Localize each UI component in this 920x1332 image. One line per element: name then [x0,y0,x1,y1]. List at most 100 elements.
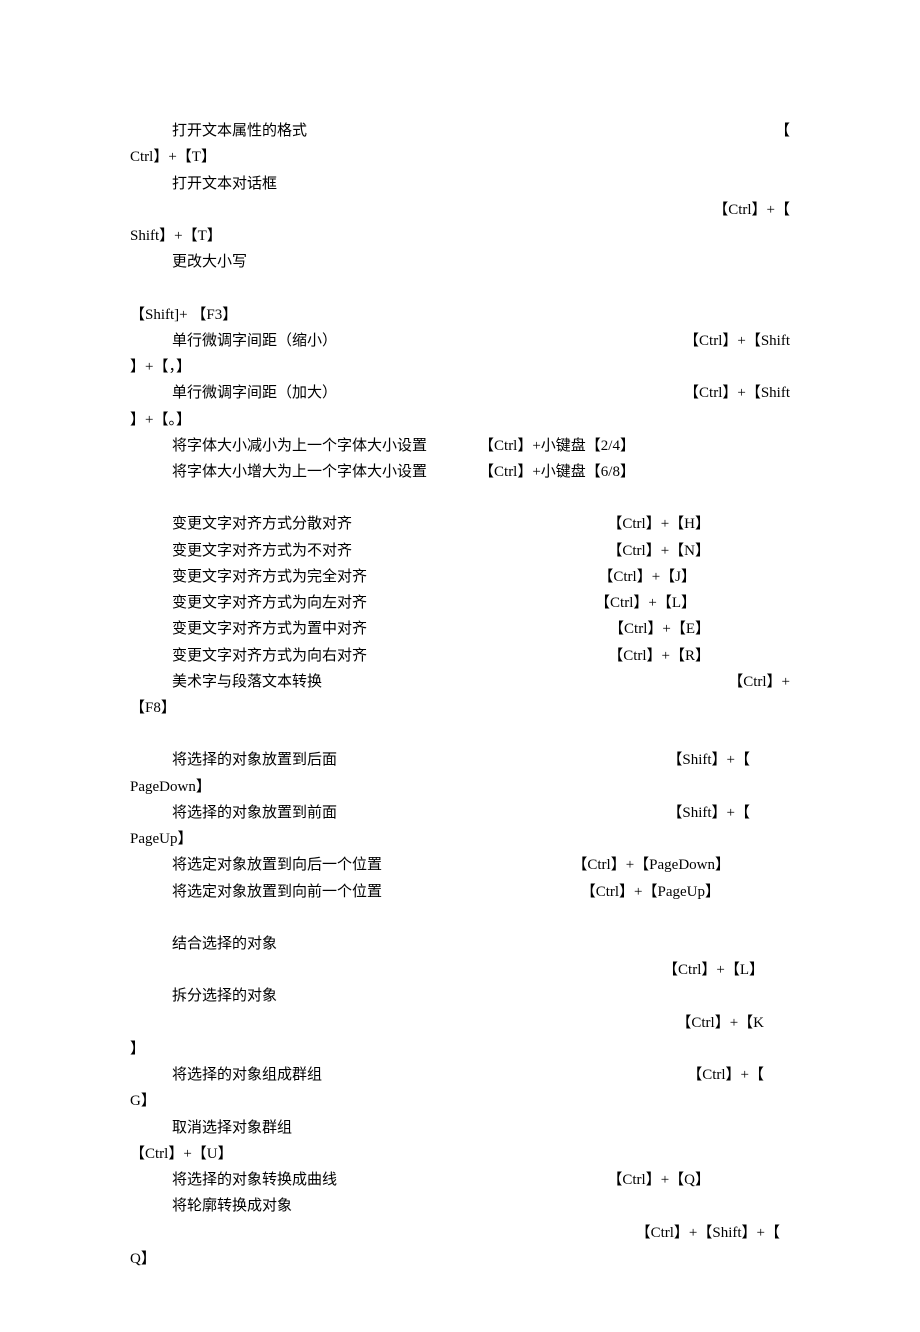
text-span: 结合选择的对象 [172,936,277,952]
right-only-row: 【Ctrl】+【L】 [130,957,790,983]
description-text: 变更文字对齐方式分散对齐 [130,511,352,537]
text-span: 拆分选择的对象 [172,988,277,1004]
description-text: 变更文字对齐方式为向右对齐 [130,643,367,669]
text-span: 】 [130,1041,145,1057]
shortcut-text: 【Ctrl】+【 [713,197,790,223]
right-only-row: 【Ctrl】+【Shift】+【 [130,1220,790,1246]
text-span: 将轮廓转换成对象 [172,1198,292,1214]
text-span: 【Ctrl】+【U】 [130,1146,233,1162]
description-text: 美术字与段落文本转换 [130,669,322,695]
text-span: PageUp】 [130,831,193,847]
kv-row: 将选择的对象转换成曲线 【Ctrl】+【Q】 [130,1167,790,1193]
text-line: 取消选择对象群组 [130,1115,790,1141]
shortcut-text: 【Ctrl】+【K [676,1010,790,1036]
kv-row: 变更文字对齐方式为置中对齐 【Ctrl】+【E】 [130,616,790,642]
text-line: 【F8】 [130,695,790,721]
text-span: 【F8】 [130,700,176,716]
text-line: 结合选择的对象 [130,931,790,957]
kv-row: 变更文字对齐方式为向右对齐 【Ctrl】+【R】 [130,643,790,669]
kv-row: 将选择的对象组成群组 【Ctrl】+【 [130,1062,790,1088]
text-line: Q】 [130,1246,790,1272]
kv-row: 变更文字对齐方式为完全对齐 【Ctrl】+【J】 [130,564,790,590]
shortcut-text: 【Ctrl】+【PageUp】 [581,879,790,905]
text-span: 】+【，】 [130,359,191,375]
text-line: Ctrl】+【T】 [130,144,790,170]
description-text: 将字体大小增大为上一个字体大小设置 [130,459,427,485]
text-span: PageDown】 [130,779,211,795]
text-line: 将轮廓转换成对象 [130,1193,790,1219]
text-span: Shift】+【T】 [130,228,222,244]
shortcut-text: 【Ctrl】+【J】 [598,564,790,590]
shortcut-text: 【Ctrl】+【Shift [684,380,790,406]
shortcut-text: 【 [775,118,790,144]
kv-row: 将选择的对象放置到前面 【Shift】+【 [130,800,790,826]
text-span: Q】 [130,1251,156,1267]
kv-row: 美术字与段落文本转换 【Ctrl】+ [130,669,790,695]
text-line: PageDown】 [130,774,790,800]
text-span: 取消选择对象群组 [172,1120,292,1136]
text-span: 】+【。】 [130,412,191,428]
description-text: 变更文字对齐方式为向左对齐 [130,590,367,616]
shortcut-text: 【Shift】+【 [667,747,790,773]
shortcut-text: 【Ctrl】+【L】 [663,957,790,983]
description-text: 将选定对象放置到向前一个位置 [130,879,382,905]
text-span: 打开文本对话框 [172,176,277,192]
description-text: 将选择的对象放置到后面 [130,747,337,773]
kv-row: 将选定对象放置到向前一个位置 【Ctrl】+【PageUp】 [130,879,790,905]
text-line: 拆分选择的对象 [130,983,790,1009]
description-text: 将选定对象放置到向后一个位置 [130,852,382,878]
description-text: 将字体大小减小为上一个字体大小设置 [130,433,427,459]
blank-line [130,721,790,747]
description-text: 将选择的对象转换成曲线 [130,1167,337,1193]
text-span: 更改大小写 [172,254,247,270]
document-page: 打开文本属性的格式【Ctrl】+【T】打开文本对话框【Ctrl】+【Shift】… [0,0,920,1332]
shortcut-text: 【Ctrl】+【Q】 [607,1167,790,1193]
shortcut-text: 【Shift】+【 [667,800,790,826]
text-line: 【Ctrl】+【U】 [130,1141,790,1167]
text-line: Shift】+【T】 [130,223,790,249]
shortcut-text: 【Ctrl】+【 [687,1062,790,1088]
kv-row: 打开文本属性的格式 【 [130,118,790,144]
kv-row: 变更文字对齐方式为不对齐 【Ctrl】+【N】 [130,538,790,564]
text-line: 【Shift]+ 【F3】 [130,302,790,328]
kv-pair-row: 将字体大小增大为上一个字体大小设置 【Ctrl】+小键盘【6/8】 [130,459,790,485]
description-text: 单行微调字间距（加大） [130,380,337,406]
kv-row: 变更文字对齐方式分散对齐 【Ctrl】+【H】 [130,511,790,537]
right-only-row: 【Ctrl】+【 [130,197,790,223]
text-line: PageUp】 [130,826,790,852]
shortcut-text: 【Ctrl】+【Shift】+【 [636,1220,790,1246]
shortcut-text: 【Ctrl】+小键盘【6/8】 [479,459,635,485]
kv-row: 将选择的对象放置到后面 【Shift】+【 [130,747,790,773]
description-text: 打开文本属性的格式 [130,118,307,144]
description-text: 单行微调字间距（缩小） [130,328,337,354]
text-line: 打开文本对话框 [130,171,790,197]
kv-row: 将选定对象放置到向后一个位置【Ctrl】+【PageDown】 [130,852,790,878]
blank-line [130,905,790,931]
text-span: 【Shift]+ 【F3】 [130,307,237,323]
shortcut-text: 【Ctrl】+ [728,669,790,695]
right-only-row: 【Ctrl】+【K [130,1010,790,1036]
description-text: 将选择的对象放置到前面 [130,800,337,826]
description-text: 变更文字对齐方式为不对齐 [130,538,352,564]
shortcut-text: 【Ctrl】+【N】 [607,538,790,564]
description-text: 变更文字对齐方式为置中对齐 [130,616,367,642]
kv-row: 单行微调字间距（缩小） 【Ctrl】+【Shift [130,328,790,354]
text-line: G】 [130,1088,790,1114]
shortcut-text: 【Ctrl】+【E】 [609,616,790,642]
kv-pair-row: 将字体大小减小为上一个字体大小设置 【Ctrl】+小键盘【2/4】 [130,433,790,459]
text-line: 】 [130,1036,790,1062]
text-line: 更改大小写 [130,249,790,275]
shortcut-text: 【Ctrl】+【L】 [595,590,790,616]
text-line: 】+【。】 [130,407,790,433]
kv-row: 变更文字对齐方式为向左对齐 【Ctrl】+【L】 [130,590,790,616]
description-text: 将选择的对象组成群组 [130,1062,322,1088]
shortcut-text: 【Ctrl】+【R】 [608,643,790,669]
text-span: G】 [130,1093,156,1109]
shortcut-text: 【Ctrl】+【H】 [607,511,790,537]
description-text: 变更文字对齐方式为完全对齐 [130,564,367,590]
text-line: 】+【，】 [130,354,790,380]
kv-row: 单行微调字间距（加大） 【Ctrl】+【Shift [130,380,790,406]
shortcut-text: 【Ctrl】+小键盘【2/4】 [479,433,635,459]
text-span: Ctrl】+【T】 [130,149,216,165]
shortcut-text: 【Ctrl】+【Shift [684,328,790,354]
